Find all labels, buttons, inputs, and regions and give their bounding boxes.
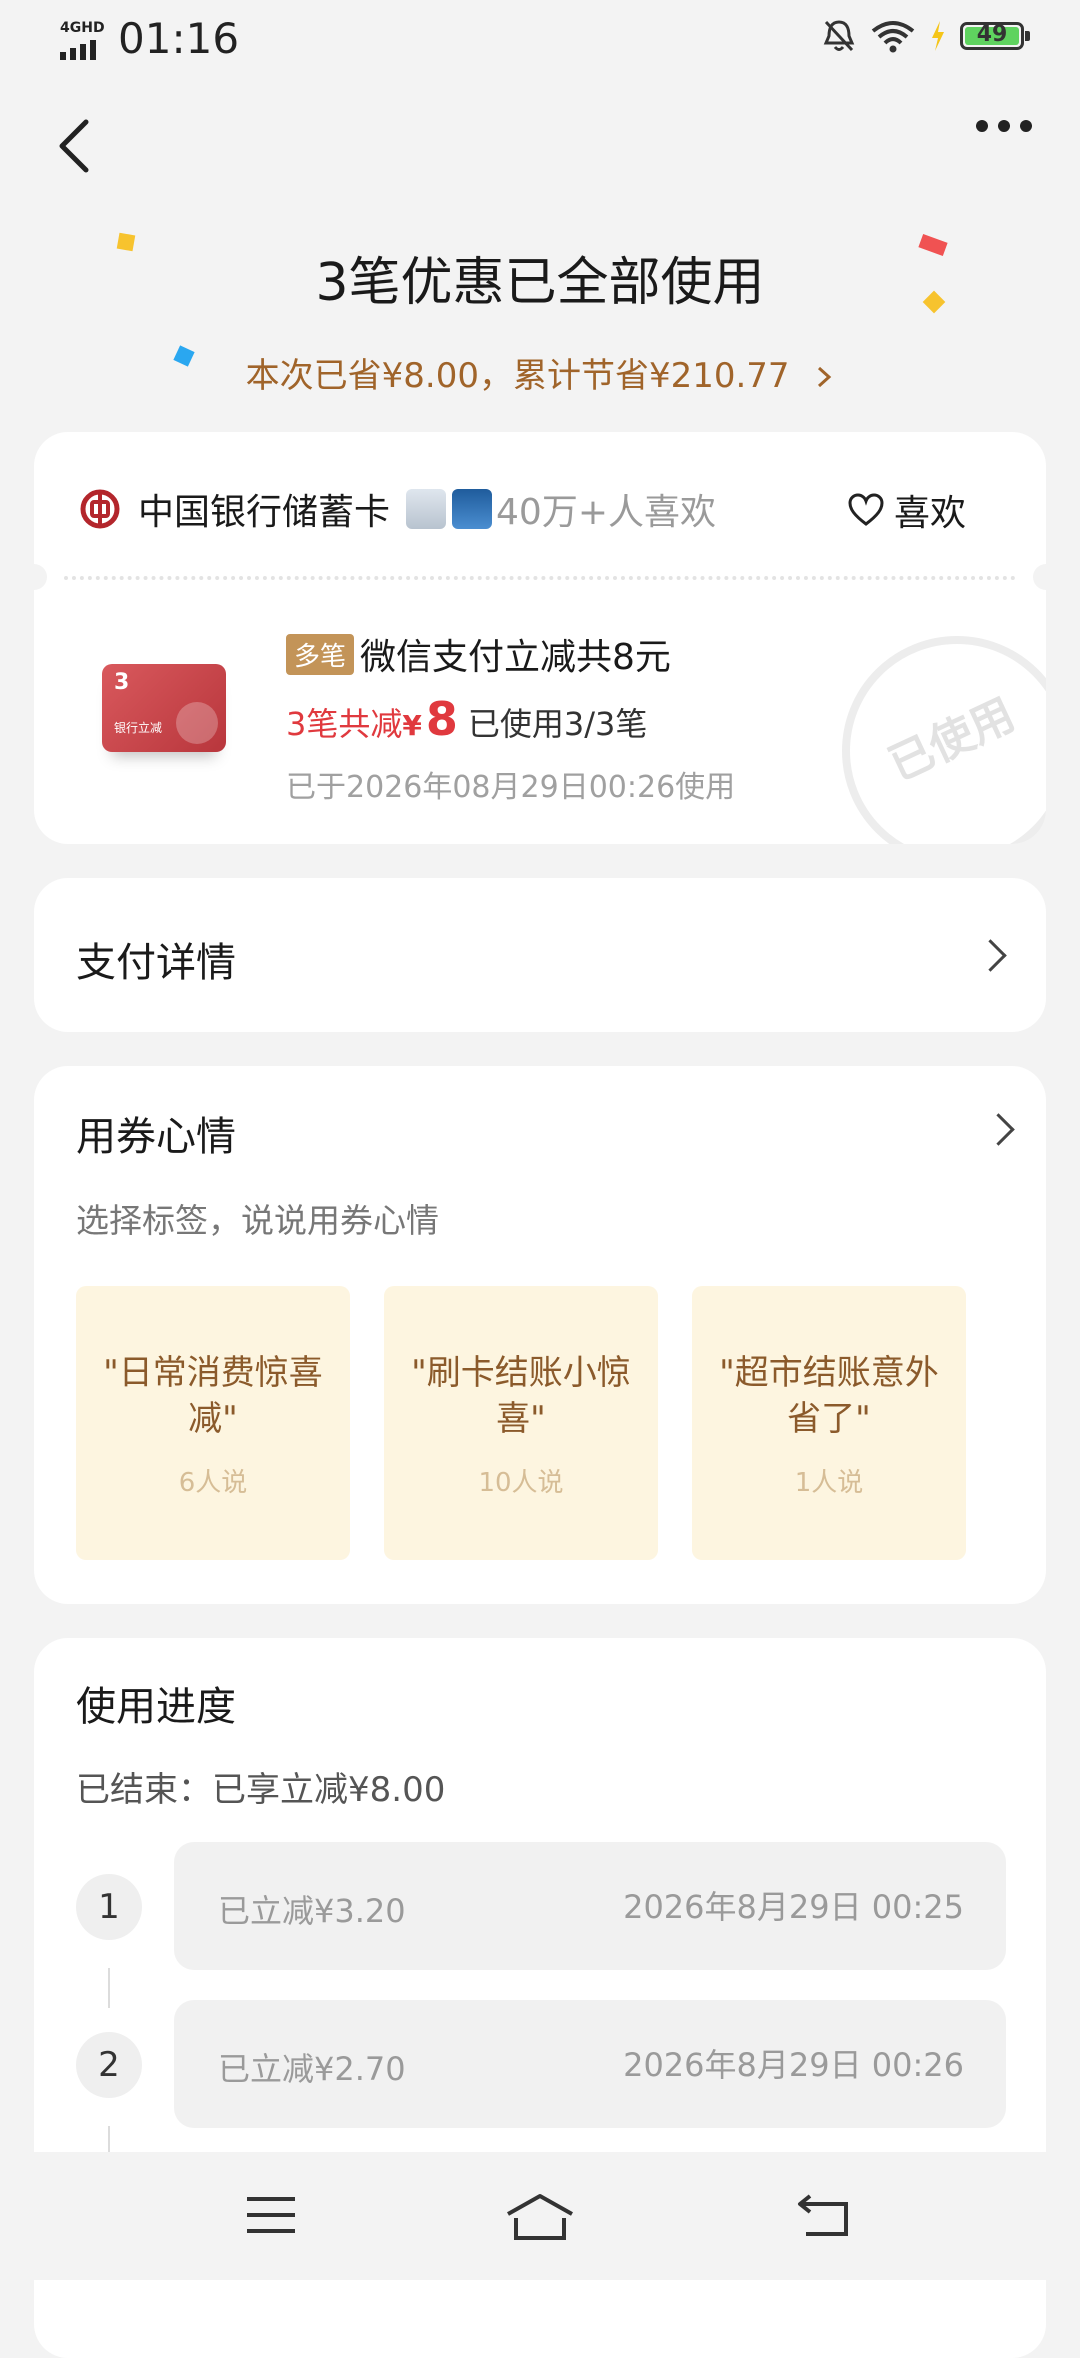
home-icon[interactable] (504, 2192, 576, 2242)
step-time: 2026年8月29日 00:26 (623, 2046, 964, 2084)
mood-tag-text: "日常消费惊喜减" (103, 1353, 323, 1439)
card-count: 3 (114, 670, 130, 695)
card-seal (176, 702, 218, 744)
mood-tag[interactable]: "日常消费惊喜减" 6人说 (76, 1286, 350, 1560)
mood-tag-text: "超市结账意外省了" (719, 1353, 939, 1439)
step-item: 已立减¥2.70 2026年8月29日 00:26 (174, 2000, 1006, 2128)
used-date: 已于2026年08月29日00:26使用 (286, 770, 736, 805)
status-bar: 4GHD 01:16 49 (0, 0, 1080, 80)
chevron-right-icon (974, 939, 1007, 972)
mood-title: 用券心情 (76, 1114, 236, 1160)
step-item: 已立减¥3.20 2026年8月29日 00:25 (174, 1842, 1006, 1970)
like-button[interactable]: 喜欢 (848, 484, 966, 536)
savings-summary-link[interactable]: 本次已省¥8.00，累计节省¥210.77 (0, 348, 1080, 397)
bank-row: 中国银行储蓄卡 40万+人喜欢 (80, 474, 716, 544)
return-icon[interactable] (796, 2192, 852, 2238)
network-type: 4GHD (60, 20, 105, 36)
page-title: 3笔优惠已全部使用 (315, 253, 765, 313)
total-prefix: 3笔共减 (286, 705, 403, 743)
currency-symbol: ¥ (402, 709, 422, 742)
payment-details-label: 支付详情 (76, 940, 236, 986)
user-avatar (406, 489, 447, 529)
progress-summary: 已结束：已享立减¥8.00 (76, 1770, 446, 1810)
like-label: 喜欢 (893, 493, 966, 534)
savings-summary-text: 本次已省¥8.00，累计节省¥210.77 (245, 356, 790, 396)
coupon-title: 微信支付立减共8元 (360, 637, 671, 678)
card-notch (34, 564, 47, 590)
total-amount: 8 (425, 692, 458, 746)
total-row: 3笔共减 ¥ 8 已使用3/3笔 (286, 692, 647, 746)
step-number: 1 (76, 1874, 142, 1940)
card-notch (1033, 564, 1046, 590)
heart-icon (848, 493, 884, 526)
chevron-right-icon[interactable] (982, 1113, 1015, 1146)
boc-logo-icon (80, 489, 120, 529)
user-avatar (452, 489, 493, 529)
system-nav-bar (0, 2152, 1080, 2280)
back-chevron-icon[interactable] (52, 116, 102, 176)
mood-tag[interactable]: "超市结账意外省了" 1人说 (692, 1286, 966, 1560)
step-time: 2026年8月29日 00:25 (623, 1888, 964, 1926)
wifi-icon (871, 21, 915, 53)
bank-card-image: 3 银行立减 (102, 664, 226, 752)
mood-tag[interactable]: "刷卡结账小惊喜" 10人说 (384, 1286, 658, 1560)
step-number: 2 (76, 2032, 142, 2098)
divider (64, 576, 1016, 580)
charging-icon (932, 21, 944, 51)
more-dots-icon[interactable] (976, 120, 1032, 132)
coupon-card: 中国银行储蓄卡 40万+人喜欢 喜欢 3 银行立减 多笔 微信支付立减共8元 3… (34, 432, 1046, 844)
mood-tag-text: "刷卡结账小惊喜" (411, 1353, 631, 1439)
payment-details-row[interactable]: 支付详情 (34, 878, 1046, 1032)
chevron-right-icon (818, 366, 832, 388)
card-caption: 银行立减 (114, 721, 163, 735)
battery-icon: 49 (960, 22, 1030, 50)
mood-hint: 选择标签，说说用券心情 (76, 1201, 439, 1240)
mute-bell-icon (823, 20, 855, 52)
used-count: 已使用3/3笔 (467, 705, 648, 743)
likes-count: 40万+人喜欢 (496, 492, 716, 533)
progress-title: 使用进度 (76, 1684, 236, 1730)
mood-tag-count: 6人说 (178, 1468, 248, 1498)
stamp-text: 已使用 (881, 689, 1023, 792)
used-stamp: 已使用 (842, 636, 1046, 844)
mood-tag-count: 1人说 (794, 1468, 864, 1498)
clock: 01:16 (118, 14, 240, 63)
mood-card: 用券心情 选择标签，说说用券心情 "日常消费惊喜减" 6人说 "刷卡结账小惊喜"… (34, 1066, 1046, 1604)
bank-name: 中国银行储蓄卡 (138, 492, 391, 533)
step-label: 已立减¥2.70 (218, 2050, 406, 2088)
menu-icon[interactable] (244, 2192, 298, 2238)
step-label: 已立减¥3.20 (218, 1892, 406, 1930)
multi-tag: 多笔 (286, 634, 355, 675)
mood-tag-count: 10人说 (478, 1468, 564, 1498)
step-connector (108, 1968, 110, 2008)
battery-level: 49 (976, 22, 1008, 47)
signal-icon (60, 40, 96, 60)
